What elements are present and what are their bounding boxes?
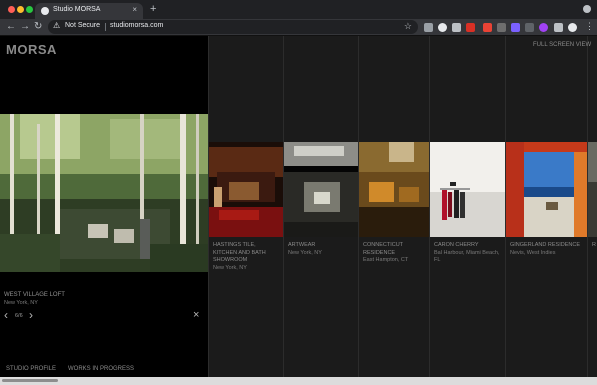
extension-icon-9[interactable] (539, 23, 548, 32)
menu-icon[interactable]: ⋮ (585, 20, 594, 32)
studio-profile-link[interactable]: STUDIO PROFILE (6, 366, 56, 372)
warning-icon[interactable]: ⚠ (53, 21, 60, 30)
pocket-icon[interactable] (452, 23, 461, 32)
browser-tab[interactable]: Studio MORSA × (35, 3, 143, 19)
extension-icon-2[interactable] (438, 23, 447, 32)
extension-icon-6[interactable] (497, 23, 506, 32)
hero-image[interactable] (0, 114, 208, 272)
window-control-icon[interactable] (583, 5, 591, 13)
artwear-photo (284, 142, 358, 237)
security-label[interactable]: Not Secure (65, 22, 100, 29)
project-location: New York, NY (4, 300, 38, 306)
project-caption-title: CONNECTICUT RESIDENCE (363, 242, 403, 256)
minimize-window-button[interactable] (17, 6, 24, 13)
project-caption-location: Bal Harbour, Miami Beach, FL (434, 249, 500, 264)
tab-title: Studio MORSA (53, 6, 101, 13)
profile-icon[interactable] (568, 23, 577, 32)
project-caption[interactable]: CARON CHERRY Bal Harbour, Miami Beach, F… (434, 242, 504, 265)
project-caption[interactable]: CONNECTICUT RESIDENCE East Hampton, CT (363, 242, 425, 265)
extensions-puzzle-icon[interactable] (554, 23, 563, 32)
star-icon[interactable]: ☆ (404, 21, 412, 32)
caron-cherry-photo (430, 142, 505, 237)
bottom-strip (0, 377, 597, 385)
project-caption-title: HASTINGS TILE, KITCHEN AND BATH SHOWROOM (213, 242, 266, 263)
project-caption-title: GINGERLAND RESIDENCE (510, 242, 580, 248)
favicon-icon (41, 7, 49, 15)
browser-tab-bar: Studio MORSA × + (0, 0, 597, 19)
page-content: MORSA WEST VILLAGE LOFT New York, NY ‹ 6… (0, 36, 597, 377)
works-in-progress-link[interactable]: WORKS IN PROGRESS (68, 366, 134, 372)
project-caption[interactable]: GINGERLAND RESIDENCE Nevis, West Indies (510, 242, 586, 257)
close-viewer-icon[interactable]: × (193, 309, 199, 321)
project-caption-location: New York, NY (288, 249, 322, 256)
new-tab-button[interactable]: + (150, 3, 156, 15)
project-thumbnail-connecticut[interactable] (359, 142, 429, 237)
project-caption-location: Nevis, West Indies (510, 249, 556, 256)
full-screen-view-link[interactable]: FULL SCREEN VIEW (533, 42, 591, 48)
project-caption-title: CARON CHERRY (434, 242, 479, 248)
gingerland-photo (506, 142, 587, 237)
project-thumbnail-artwear[interactable] (284, 142, 358, 237)
project-caption[interactable]: ARTWEAR New York, NY (288, 242, 354, 257)
extension-icon-4[interactable] (466, 23, 475, 32)
hero-photo (0, 114, 208, 272)
back-icon[interactable]: ← (6, 21, 16, 33)
connecticut-photo (359, 142, 429, 237)
project-caption[interactable]: HASTINGS TILE, KITCHEN AND BATH SHOWROOM… (213, 242, 279, 272)
project-thumbnail-partial[interactable] (588, 142, 597, 237)
project-title: WEST VILLAGE LOFT (4, 292, 65, 298)
project-caption-location: New York, NY (213, 264, 247, 271)
url-text[interactable]: studiomorsa.com (110, 22, 163, 29)
partial-photo (588, 142, 597, 237)
image-counter: 6/6 (15, 313, 23, 319)
project-thumbnail-caron-cherry[interactable] (430, 142, 505, 237)
maximize-window-button[interactable] (26, 6, 33, 13)
omnibox-divider (105, 23, 106, 31)
project-thumbnail-gingerland[interactable] (506, 142, 587, 237)
project-thumbnail-hastings[interactable] (209, 142, 283, 237)
project-caption[interactable]: R (592, 242, 597, 250)
project-caption-title: R (592, 242, 596, 248)
forward-icon[interactable]: → (20, 21, 30, 33)
extension-icon-8[interactable] (525, 23, 534, 32)
extension-icon-5[interactable] (483, 23, 492, 32)
browser-toolbar: ← → ↻ ⚠ Not Secure studiomorsa.com ☆ ⋮ (0, 19, 597, 36)
prev-arrow-icon[interactable]: ‹ (4, 309, 8, 321)
extension-icon-7[interactable] (511, 23, 520, 32)
horizontal-scrollbar[interactable] (2, 379, 58, 382)
project-caption-location: East Hampton, CT (363, 257, 409, 263)
address-bar[interactable]: ⚠ Not Secure studiomorsa.com ☆ (48, 20, 418, 34)
close-window-button[interactable] (8, 6, 15, 13)
reload-icon[interactable]: ↻ (34, 21, 42, 33)
project-caption-title: ARTWEAR (288, 242, 316, 248)
site-logo[interactable]: MORSA (6, 42, 57, 57)
project-viewer: MORSA WEST VILLAGE LOFT New York, NY ‹ 6… (0, 36, 208, 377)
tab-close-icon[interactable]: × (132, 5, 137, 14)
extension-icon-1[interactable] (424, 23, 433, 32)
hastings-photo (209, 142, 283, 237)
next-arrow-icon[interactable]: › (29, 309, 33, 321)
